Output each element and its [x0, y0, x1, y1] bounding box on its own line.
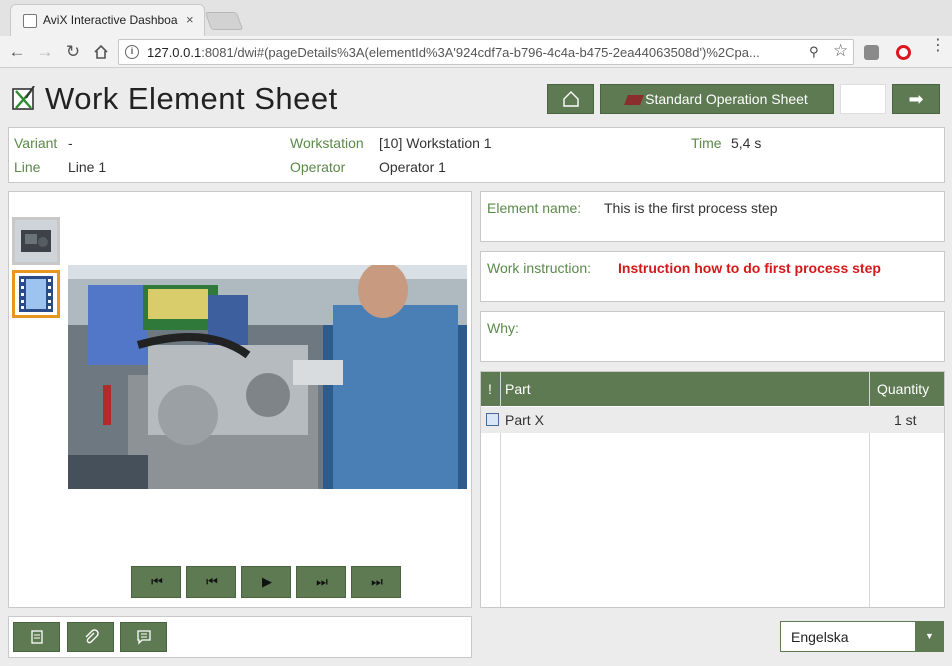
step-forward-icon: ⏭ [316, 574, 328, 589]
reload-icon[interactable]: ↻ [61, 40, 85, 64]
time-value: 5,4 s [731, 135, 762, 151]
bottom-toolbar [8, 616, 472, 658]
avix-logo-icon [12, 86, 35, 110]
last-frame-button[interactable]: ⏭ [351, 566, 401, 598]
work-instruction-label: Work instruction: [487, 260, 591, 276]
next-element-button[interactable]: ➡ [892, 84, 940, 114]
browser-tab[interactable]: AviX Interactive Dashboa × [10, 4, 205, 36]
info-panel: Variant - Line Line 1 Workstation [10] W… [8, 127, 945, 183]
assembly-video-frame [68, 265, 467, 489]
browser-tabstrip: AviX Interactive Dashboa × [0, 0, 952, 36]
notes-button[interactable] [13, 622, 60, 652]
home-outline-icon [563, 91, 579, 107]
time-label: Time [691, 135, 722, 151]
home-icon[interactable] [89, 40, 113, 64]
parts-table: ! Part Quantity Part X 1 st [480, 371, 945, 608]
play-button[interactable]: ▶ [241, 566, 291, 598]
paperclip-icon [85, 629, 99, 644]
variant-value: - [68, 135, 73, 151]
empty-header-box[interactable] [840, 84, 886, 114]
forward-arrow-icon[interactable]: → [33, 40, 57, 64]
part-name: Part X [505, 412, 544, 428]
image-thumbnail[interactable] [12, 217, 60, 265]
work-instruction-box: Work instruction: Instruction how to do … [480, 251, 945, 302]
video-player[interactable] [68, 265, 467, 489]
variant-label: Variant [14, 135, 58, 151]
operator-label: Operator [290, 159, 346, 175]
work-instruction-value: Instruction how to do first process step [618, 260, 881, 276]
home-button[interactable] [547, 84, 594, 114]
column-part-header[interactable]: Part [505, 381, 531, 397]
back-arrow-icon[interactable]: ← [5, 40, 29, 64]
bookmark-star-icon[interactable]: ☆ [833, 41, 848, 61]
document-icon [31, 630, 43, 644]
site-info-icon[interactable]: i [125, 45, 139, 59]
step-back-icon: ⏮ [206, 574, 218, 589]
why-box: Why: [480, 311, 945, 362]
key-icon[interactable]: ⚲ [809, 44, 819, 60]
operation-sheet-icon [624, 95, 644, 105]
film-strip-icon [19, 276, 53, 312]
element-name-value: This is the first process step [604, 200, 778, 216]
element-name-box: Element name: This is the first process … [480, 191, 945, 242]
extension-icon[interactable] [864, 45, 879, 60]
workstation-label: Workstation [290, 135, 364, 151]
column-quantity-header[interactable]: Quantity [877, 381, 929, 397]
language-select[interactable]: Engelska ▼ [780, 621, 944, 652]
line-label: Line [14, 159, 41, 175]
next-frame-button[interactable]: ⏭ [296, 566, 346, 598]
url-text[interactable]: 127.0.0.1:8081/dwi#(pageDetails%3A(eleme… [147, 45, 807, 60]
browser-menu-icon[interactable]: ⋮ [930, 38, 946, 54]
why-label: Why: [487, 320, 519, 336]
media-panel: ⏮ ⏮ ▶ ⏭ ⏭ [8, 191, 472, 608]
engine-thumbnail-image [15, 220, 57, 262]
language-selected-value: Engelska [791, 629, 849, 645]
right-arrow-icon: ➡ [908, 89, 924, 109]
comment-icon [137, 630, 151, 645]
standard-operation-sheet-button[interactable]: Standard Operation Sheet [600, 84, 834, 114]
first-frame-button[interactable]: ⏮ [131, 566, 181, 598]
part-icon [486, 413, 499, 426]
video-thumbnail[interactable] [12, 270, 60, 318]
previous-frame-button[interactable]: ⏮ [186, 566, 236, 598]
skip-to-end-icon: ⏭ [371, 574, 383, 589]
line-value: Line 1 [68, 159, 107, 175]
app-header: Work Element Sheet Standard Operation Sh… [0, 69, 952, 127]
part-quantity: 1 st [894, 412, 917, 428]
new-tab-button[interactable] [204, 12, 244, 30]
workstation-value: [10] Workstation 1 [379, 135, 492, 151]
tab-close-icon[interactable]: × [186, 12, 194, 27]
operator-value: Operator 1 [379, 159, 446, 175]
attachments-button[interactable] [67, 622, 114, 652]
opera-icon[interactable] [896, 45, 911, 60]
table-row[interactable]: Part X 1 st [481, 407, 944, 433]
page-title: Work Element Sheet [45, 81, 338, 116]
browser-toolbar: ← → ↻ i 127.0.0.1:8081/dwi#(pageDetails%… [0, 36, 952, 68]
address-bar[interactable]: i 127.0.0.1:8081/dwi#(pageDetails%3A(ele… [118, 39, 854, 65]
skip-to-start-icon: ⏮ [151, 574, 163, 589]
comments-button[interactable] [120, 622, 167, 652]
dropdown-arrow-icon[interactable]: ▼ [915, 622, 944, 651]
parts-table-header: ! Part Quantity [481, 372, 944, 406]
element-name-label: Element name: [487, 200, 582, 216]
tab-favicon-icon [23, 14, 37, 28]
column-flag-header: ! [488, 381, 492, 397]
play-icon: ▶ [262, 574, 272, 589]
tab-title: AviX Interactive Dashboa [43, 13, 178, 27]
